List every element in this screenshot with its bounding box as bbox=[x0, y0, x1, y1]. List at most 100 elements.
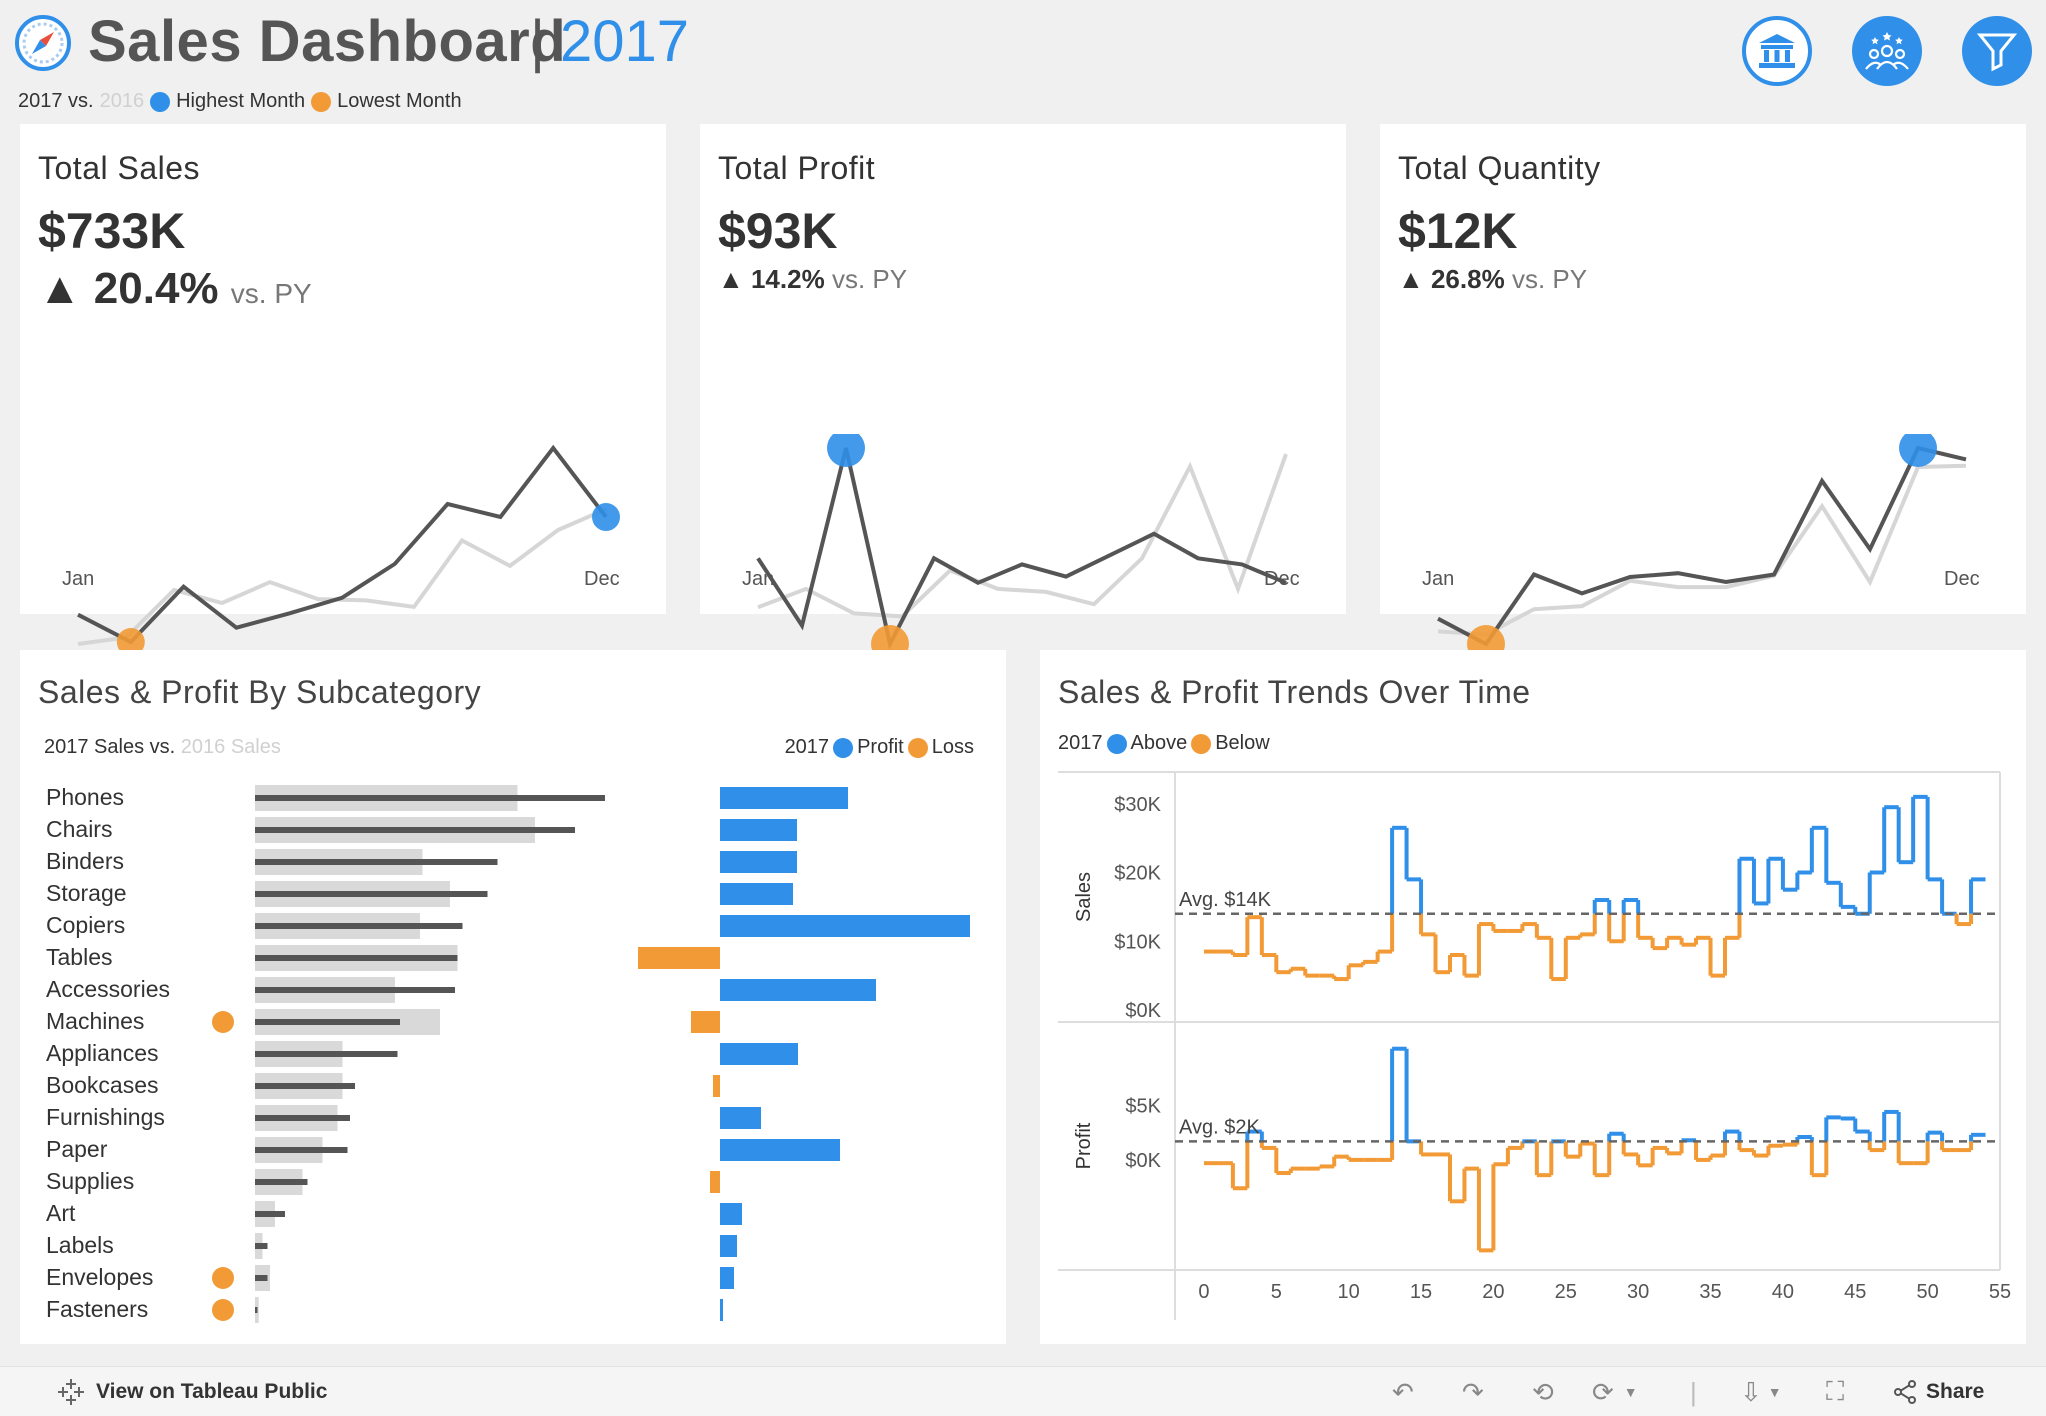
kpi-change-value: 20.4% bbox=[93, 264, 219, 313]
sales-2017-bar bbox=[255, 1307, 258, 1313]
subcategory-label: Furnishings bbox=[46, 1104, 165, 1130]
kpi-card-total-quantity: Total Quantity $12K ▲ 26.8% vs. PY Jan D… bbox=[1380, 124, 2026, 663]
trends-panel: Sales & Profit Trends Over Time 2017 Abo… bbox=[1040, 650, 2026, 1344]
legend-current-year: 2017 vs. bbox=[18, 90, 94, 112]
subcategory-label: Art bbox=[46, 1200, 76, 1226]
share-button[interactable]: Share bbox=[1892, 1377, 1984, 1407]
kpi-vs-label: vs. PY bbox=[230, 278, 312, 309]
profit-bar bbox=[720, 819, 797, 841]
profit-tick-label: $5K bbox=[1125, 1095, 1161, 1117]
sales-2017-bar bbox=[255, 891, 488, 897]
highest-month-marker bbox=[592, 503, 620, 532]
current-year-line bbox=[77, 444, 608, 645]
loss-bar bbox=[710, 1171, 720, 1193]
subcategory-label: Bookcases bbox=[46, 1072, 159, 1098]
previous-year-line bbox=[1437, 463, 1967, 637]
kpi-title: Total Quantity bbox=[1398, 150, 1601, 186]
subcategory-label: Machines bbox=[46, 1008, 144, 1034]
x-axis-end: Dec bbox=[584, 568, 620, 590]
highest-month-marker bbox=[1899, 434, 1937, 467]
tableau-toolbar: View on Tableau Public ↶ ↷ ⟲ ⟳ ▼ | ⇩ ▼ ⛶ S… bbox=[0, 1366, 2046, 1416]
x-tick-label: 50 bbox=[1917, 1281, 1939, 1303]
kpi-title: Total Sales bbox=[38, 150, 201, 186]
sales-2017-bar bbox=[255, 987, 455, 993]
loss-bar bbox=[713, 1075, 720, 1097]
loss-bar bbox=[638, 947, 720, 969]
title-separator: | bbox=[530, 9, 546, 74]
x-tick-label: 55 bbox=[1989, 1281, 2011, 1303]
sales-2017-bar bbox=[255, 1179, 308, 1185]
view-on-tableau-link[interactable]: View on Tableau Public bbox=[56, 1377, 327, 1407]
subcategory-label: Accessories bbox=[46, 976, 170, 1002]
sales-tick-label: $20K bbox=[1114, 863, 1161, 885]
undo-icon: ↶ bbox=[1392, 1376, 1414, 1407]
customers-view-button[interactable] bbox=[1852, 16, 1922, 86]
fullscreen-button[interactable]: ⛶ bbox=[1826, 1376, 1845, 1407]
x-axis-start: Jan bbox=[1422, 568, 1455, 590]
filter-button[interactable] bbox=[1962, 16, 2032, 86]
subcategory-chart[interactable]: Phones Chairs Binders Storage Copiers Tables A… bbox=[20, 650, 1006, 1344]
undo-button[interactable]: ↶ bbox=[1392, 1377, 1414, 1407]
x-axis-end: Dec bbox=[1944, 568, 1980, 590]
revert-icon: ⟲ bbox=[1532, 1376, 1554, 1407]
fullscreen-icon: ⛶ bbox=[1826, 1376, 1845, 1406]
people-icon bbox=[1865, 32, 1909, 70]
x-tick-label: 45 bbox=[1844, 1281, 1866, 1303]
redo-button[interactable]: ↷ bbox=[1462, 1377, 1484, 1407]
current-year-line bbox=[756, 447, 1287, 650]
bank-view-button[interactable] bbox=[1742, 16, 1812, 86]
kpi-value: $12K bbox=[1398, 203, 1518, 259]
subcategory-label: Labels bbox=[46, 1232, 114, 1258]
subcategory-label: Envelopes bbox=[46, 1264, 153, 1290]
subcategory-panel: Sales & Profit By Subcategory 2017 Sales… bbox=[20, 650, 1006, 1344]
chevron-down-icon: ▼ bbox=[1767, 1384, 1782, 1400]
sales-sparkline[interactable] bbox=[20, 434, 666, 674]
quantity-sparkline[interactable] bbox=[1380, 434, 2026, 674]
sales-2017-bar bbox=[255, 795, 605, 801]
share-icon bbox=[1894, 1380, 1916, 1404]
profit-bar bbox=[720, 1043, 798, 1065]
sales-2017-bar bbox=[255, 1243, 268, 1249]
profit-bar bbox=[720, 851, 797, 873]
page-title: Sales Dashboard bbox=[88, 9, 567, 74]
x-tick-label: 10 bbox=[1338, 1281, 1360, 1303]
sales-2017-bar bbox=[255, 1275, 268, 1281]
sales-2017-bar bbox=[255, 1051, 398, 1057]
kpi-value: $93K bbox=[718, 203, 838, 259]
subcategory-label: Supplies bbox=[46, 1168, 134, 1194]
sales-tick-label: $30K bbox=[1114, 794, 1161, 816]
loss-flag-dot bbox=[212, 1267, 234, 1289]
legend-highest-month: Highest Month bbox=[176, 90, 306, 112]
kpi-change: ▲ 20.4% vs. PY bbox=[38, 264, 312, 314]
chevron-down-icon: ▼ bbox=[1623, 1384, 1638, 1400]
profit-bar bbox=[720, 787, 848, 809]
sales-axis-title: Sales bbox=[1073, 872, 1095, 922]
subcategory-label: Storage bbox=[46, 880, 127, 906]
highest-month-dot bbox=[150, 91, 171, 112]
x-tick-label: 40 bbox=[1772, 1281, 1794, 1303]
profit-sparkline[interactable] bbox=[700, 434, 1346, 674]
profit-axis-title: Profit bbox=[1073, 1122, 1095, 1169]
previous-year-line bbox=[77, 507, 607, 646]
redo-icon: ↷ bbox=[1462, 1376, 1484, 1407]
x-tick-label: 20 bbox=[1482, 1281, 1504, 1303]
profit-bar bbox=[720, 979, 876, 1001]
legend-lowest-month: Lowest Month bbox=[337, 90, 462, 112]
subcategory-label: Binders bbox=[46, 848, 124, 874]
sales-average-label: Avg. $14K bbox=[1179, 889, 1272, 911]
sales-tick-label: $0K bbox=[1125, 1000, 1161, 1022]
sales-2017-bar bbox=[255, 1019, 400, 1025]
revert-button[interactable]: ⟲ bbox=[1532, 1377, 1554, 1407]
subcategory-label: Copiers bbox=[46, 912, 125, 938]
x-axis-start: Jan bbox=[62, 568, 95, 590]
sales-2017-bar bbox=[255, 827, 575, 833]
profit-bar bbox=[720, 1235, 737, 1257]
trends-chart[interactable]: Sales Profit $30K $20K $10K $0K $5K $0K 0 5 10 15 20… bbox=[1040, 650, 2026, 1344]
download-button[interactable]: ⇩ ▼ bbox=[1740, 1377, 1782, 1407]
profit-bar bbox=[720, 1267, 734, 1289]
view-on-tableau-label: View on Tableau Public bbox=[96, 1380, 328, 1403]
title-year: 2017 bbox=[560, 9, 690, 74]
kpi-vs-label: vs. PY bbox=[831, 264, 908, 294]
refresh-button[interactable]: ⟳ ▼ bbox=[1592, 1377, 1638, 1407]
up-triangle-icon: ▲ bbox=[38, 264, 82, 313]
